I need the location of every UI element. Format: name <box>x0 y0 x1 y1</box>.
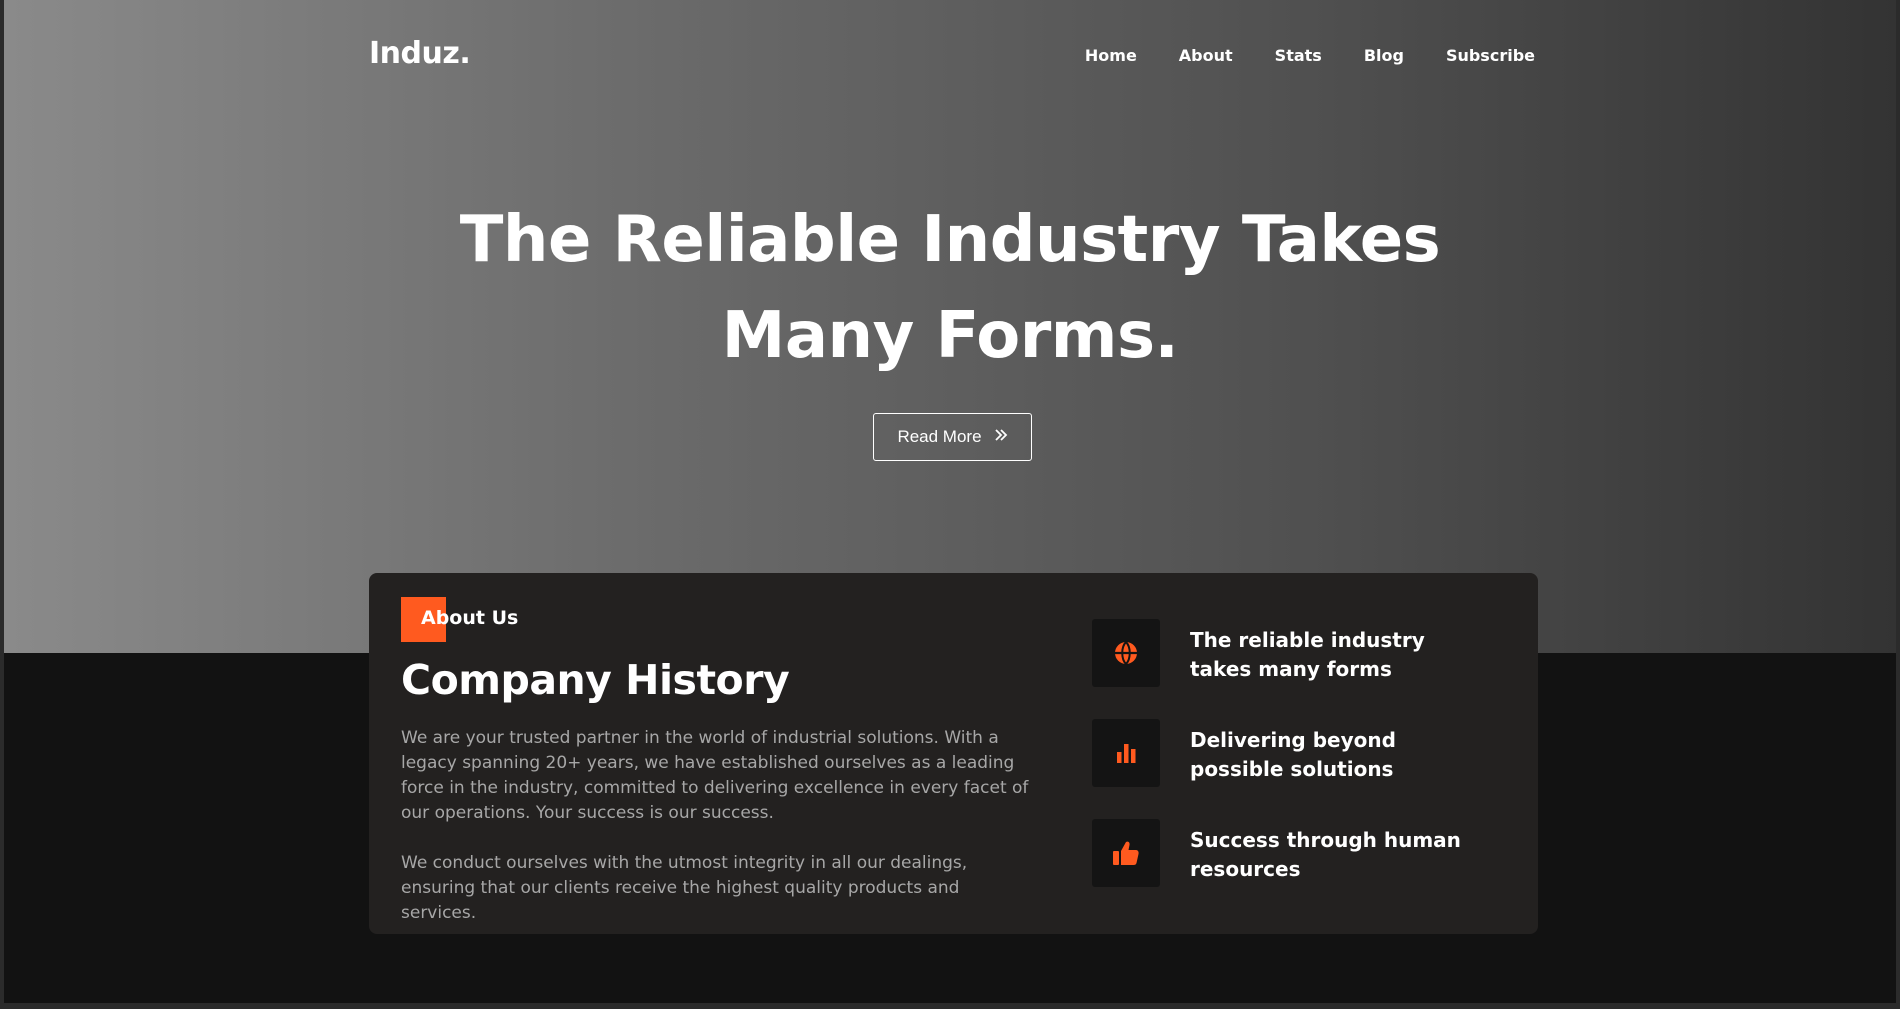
hero-headline-line2: Many Forms. <box>721 299 1179 373</box>
feature-item: The reliable industry takes many forms <box>1092 619 1512 689</box>
hero-section: Induz. Home About Stats Blog Subscribe T… <box>4 0 1896 653</box>
navbar: Induz. Home About Stats Blog Subscribe <box>369 36 1535 76</box>
read-more-label: Read More <box>897 427 982 446</box>
nav-link-blog[interactable]: Blog <box>1364 46 1404 65</box>
nav-link-subscribe[interactable]: Subscribe <box>1446 46 1535 65</box>
about-card: About Us Company History We are your tru… <box>369 573 1538 934</box>
about-paragraph-1: We are your trusted partner in the world… <box>401 728 1029 823</box>
company-history-title: Company History <box>401 656 790 704</box>
hero-headline-line1: The Reliable Industry Takes <box>459 203 1441 277</box>
about-paragraph-2: We conduct ourselves with the utmost int… <box>401 853 968 923</box>
page: Induz. Home About Stats Blog Subscribe T… <box>4 0 1896 1003</box>
about-tag-label: About Us <box>421 607 519 629</box>
thumbs-up-icon <box>1092 819 1160 887</box>
read-more-button[interactable]: Read More <box>873 413 1032 461</box>
feature-item: Success through human resources <box>1092 819 1512 889</box>
bar-chart-icon <box>1092 719 1160 787</box>
hero-headline: The Reliable Industry Takes Many Forms. <box>4 192 1896 384</box>
double-chevron-right-icon <box>994 427 1008 447</box>
nav-link-about[interactable]: About <box>1179 46 1233 65</box>
nav-link-home[interactable]: Home <box>1085 46 1137 65</box>
feature-text: Delivering beyond possible solutions <box>1190 728 1396 781</box>
feature-item: Delivering beyond possible solutions <box>1092 719 1512 789</box>
globe-icon <box>1092 619 1160 687</box>
feature-text: Success through human resources <box>1190 828 1461 881</box>
nav-menu: Home About Stats Blog Subscribe <box>1085 46 1535 65</box>
logo[interactable]: Induz. <box>369 36 471 71</box>
nav-link-stats[interactable]: Stats <box>1275 46 1322 65</box>
feature-text: The reliable industry takes many forms <box>1190 628 1425 681</box>
